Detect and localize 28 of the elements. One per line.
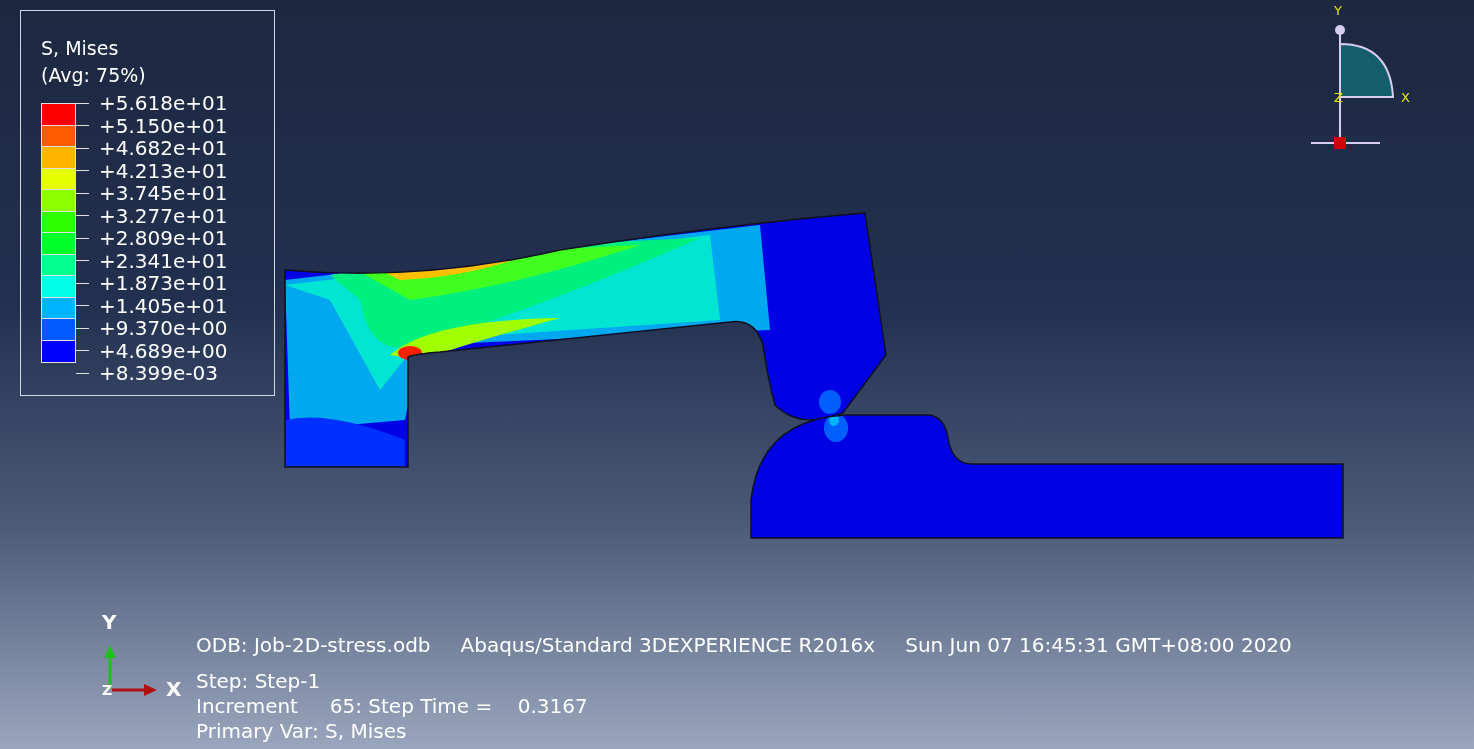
view-orientation-icon bbox=[1310, 25, 1394, 149]
legend-value: +8.399e-03 bbox=[99, 362, 218, 385]
legend-value: +5.618e+01 bbox=[99, 92, 228, 115]
legend-value: +3.277e+01 bbox=[99, 204, 228, 227]
axis-label: X bbox=[166, 677, 182, 700]
legend-value: +5.150e+01 bbox=[99, 114, 228, 137]
legend-value: +4.213e+01 bbox=[99, 159, 228, 182]
legend-value: +2.341e+01 bbox=[99, 249, 228, 272]
info-text: Increment 65: Step Time = 0.3167 bbox=[196, 694, 589, 719]
info-text: Step: Step-1 bbox=[196, 669, 322, 694]
legend-value: +2.809e+01 bbox=[99, 227, 228, 250]
info-text: ODB: Job-2D-stress.odb bbox=[196, 633, 431, 658]
info-text: Abaqus/Standard 3DEXPERIENCE R2016x bbox=[460, 633, 876, 658]
axis-label: X bbox=[1401, 90, 1410, 105]
info-text: Primary Var: S, Mises bbox=[196, 719, 408, 744]
legend-value: +1.405e+01 bbox=[99, 294, 228, 317]
legend-value: +4.682e+01 bbox=[99, 137, 228, 160]
axis-label: Z bbox=[102, 682, 113, 698]
axis-label: Y bbox=[1334, 3, 1342, 18]
legend-value: +4.689e+00 bbox=[99, 339, 228, 362]
legend-title: S, Mises bbox=[41, 36, 120, 61]
legend-value: +1.873e+01 bbox=[99, 272, 228, 295]
x-axis-arrow-icon bbox=[112, 684, 157, 696]
axis-label: Y bbox=[102, 610, 117, 634]
info-text: Sun Jun 07 16:45:31 GMT+08:00 2020 bbox=[905, 633, 1292, 658]
legend-subtitle: (Avg: 75%) bbox=[41, 63, 147, 88]
legend-value: +9.370e+00 bbox=[99, 317, 228, 340]
legend-value: +3.745e+01 bbox=[99, 182, 228, 205]
